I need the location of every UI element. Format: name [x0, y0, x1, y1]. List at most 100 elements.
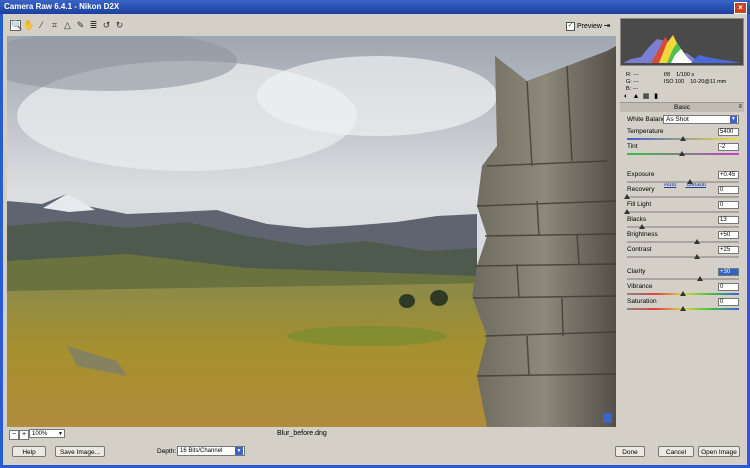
- white-balance-value: As Shot: [666, 116, 689, 123]
- preferences-icon[interactable]: ≣: [88, 20, 99, 31]
- recovery-thumb[interactable]: [624, 194, 630, 199]
- white-balance-select[interactable]: As Shot ▼: [663, 115, 739, 124]
- tone-curve-tab-icon[interactable]: ▲: [632, 93, 640, 101]
- spot-removal-tool-icon[interactable]: ✎: [75, 20, 86, 31]
- contrast-track[interactable]: [627, 256, 739, 258]
- blacks-label: Blacks: [627, 216, 647, 223]
- recovery-label: Recovery: [627, 186, 655, 193]
- white-balance-tool-icon[interactable]: ⁄: [36, 20, 47, 31]
- straighten-tool-icon[interactable]: △: [62, 20, 73, 31]
- hsl-tab-icon[interactable]: ▮: [652, 93, 660, 101]
- bottom-bar: Help Save Image... Depth: 16 Bits/Channe…: [7, 446, 747, 460]
- contrast-label: Contrast: [627, 246, 652, 253]
- recovery-slider[interactable]: Recovery 0: [624, 186, 739, 200]
- fill-light-thumb[interactable]: [624, 209, 630, 214]
- status-bar: − + 100% ▼ Blur_before.dng: [7, 429, 616, 440]
- blacks-value[interactable]: 13: [718, 216, 739, 224]
- brightness-value[interactable]: +50: [718, 231, 739, 239]
- fill-light-track[interactable]: [627, 211, 739, 213]
- cancel-button[interactable]: Cancel: [658, 446, 694, 457]
- help-button[interactable]: Help: [12, 446, 46, 457]
- zoom-level-value: 100%: [32, 431, 48, 437]
- title-bar: Camera Raw 6.4.1 - Nikon D2X ×: [0, 0, 750, 14]
- clarity-slider[interactable]: Clarity +30: [627, 268, 739, 282]
- vibrance-value[interactable]: 0: [718, 283, 739, 291]
- brightness-thumb[interactable]: [694, 239, 700, 244]
- green-readout: G: ---: [626, 79, 639, 85]
- temperature-value[interactable]: 5400: [718, 128, 739, 136]
- tint-label: Tint: [627, 143, 638, 150]
- blacks-thumb[interactable]: [638, 224, 645, 229]
- exposure-slider[interactable]: Exposure +0.45: [627, 171, 739, 185]
- preview-label: Preview: [577, 23, 602, 30]
- saturation-slider[interactable]: Saturation 0: [627, 298, 739, 312]
- zoom-out-button[interactable]: −: [9, 430, 19, 440]
- brightness-track[interactable]: [627, 241, 739, 243]
- blacks-slider[interactable]: Blacks 13: [627, 216, 739, 230]
- saturation-value[interactable]: 0: [718, 298, 739, 306]
- clarity-value[interactable]: +30: [718, 268, 739, 276]
- red-readout: R: ---: [626, 72, 639, 78]
- tint-slider[interactable]: Tint -2: [627, 143, 739, 157]
- contrast-thumb[interactable]: [694, 254, 700, 259]
- vibrance-thumb[interactable]: [680, 291, 686, 296]
- fill-light-value[interactable]: 0: [718, 201, 739, 209]
- lens-value: 10-20@11 mm: [690, 79, 727, 85]
- window-title: Camera Raw 6.4.1 - Nikon D2X: [4, 2, 120, 11]
- chevron-down-icon: ▼: [235, 447, 243, 455]
- zoom-tool-icon[interactable]: 🔍: [10, 20, 22, 31]
- preview-toggle[interactable]: ✓ Preview: [566, 22, 602, 31]
- preview-checkbox[interactable]: ✓: [566, 22, 575, 31]
- right-panel: R: --- G: --- B: --- f/8 1/100 s ISO 100 1…: [620, 18, 744, 430]
- tint-value[interactable]: -2: [718, 143, 739, 151]
- iso-value: ISO 100: [664, 79, 685, 85]
- panel-menu-icon[interactable]: ≡: [738, 103, 742, 112]
- fill-light-slider[interactable]: Fill Light 0: [624, 201, 739, 215]
- toolbar: 🔍 ✋ ⁄ ⌗ △ ✎ ≣ ↺ ↻: [6, 20, 616, 34]
- close-icon[interactable]: ×: [734, 2, 747, 14]
- temperature-label: Temperature: [627, 128, 664, 135]
- rotate-left-icon[interactable]: ↺: [101, 20, 112, 31]
- clarity-track[interactable]: [627, 278, 739, 280]
- tint-thumb[interactable]: [678, 151, 685, 156]
- crop-tool-icon[interactable]: ⌗: [49, 20, 60, 31]
- recovery-track[interactable]: [627, 196, 739, 198]
- panel-tabs: ◐ ▲ ▦ ▮: [620, 92, 744, 103]
- exposure-track[interactable]: [627, 181, 739, 183]
- chevron-down-icon: ▼: [58, 431, 63, 437]
- aperture-value: f/8: [664, 72, 671, 78]
- temperature-slider[interactable]: Temperature 5400: [627, 128, 739, 142]
- panel-header: Basic ≡: [620, 103, 744, 112]
- done-button[interactable]: Done: [615, 446, 645, 457]
- shutter-value: 1/100 s: [676, 72, 695, 78]
- depth-select[interactable]: 16 Bits/Channel ▼: [177, 446, 245, 456]
- contrast-slider[interactable]: Contrast +25: [627, 246, 739, 260]
- zoom-level-select[interactable]: 100% ▼: [29, 429, 65, 438]
- exposure-label: Exposure: [627, 171, 655, 178]
- vibrance-slider[interactable]: Vibrance 0: [627, 283, 739, 297]
- histogram: [620, 18, 744, 66]
- hand-tool-icon[interactable]: ✋: [23, 20, 34, 31]
- temperature-thumb[interactable]: [680, 136, 686, 141]
- detail-tab-icon[interactable]: ▦: [642, 93, 650, 101]
- open-image-button[interactable]: Open Image: [698, 446, 740, 457]
- rgb-readout: R: --- G: --- B: ---: [626, 72, 639, 93]
- recovery-value[interactable]: 0: [718, 186, 739, 194]
- exposure-thumb[interactable]: [686, 179, 693, 184]
- zoom-in-button[interactable]: +: [19, 430, 29, 440]
- exposure-value[interactable]: +0.45: [718, 171, 739, 179]
- fullscreen-icon[interactable]: ⇥: [602, 21, 612, 31]
- fill-light-label: Fill Light: [627, 201, 652, 208]
- scroll-indicator-icon[interactable]: [603, 413, 612, 423]
- image-preview[interactable]: [7, 36, 616, 427]
- save-image-button[interactable]: Save Image...: [55, 446, 105, 457]
- contrast-value[interactable]: +25: [718, 246, 739, 254]
- rotate-right-icon[interactable]: ↻: [114, 20, 125, 31]
- brightness-label: Brightness: [627, 231, 658, 238]
- basic-tab-icon[interactable]: ◐: [622, 93, 630, 101]
- brightness-slider[interactable]: Brightness +50: [627, 231, 739, 245]
- vibrance-label: Vibrance: [627, 283, 653, 290]
- saturation-thumb[interactable]: [680, 306, 686, 311]
- clarity-thumb[interactable]: [696, 276, 703, 281]
- file-name: Blur_before.dng: [277, 430, 327, 437]
